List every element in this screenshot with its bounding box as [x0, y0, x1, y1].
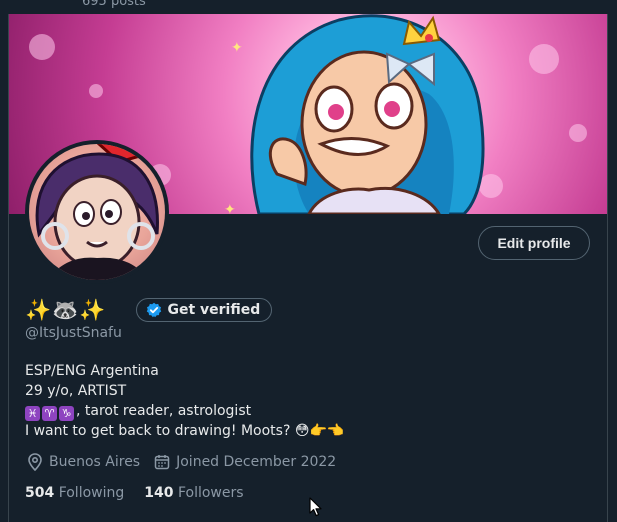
location-pin-icon — [28, 453, 42, 471]
right-border — [607, 0, 608, 522]
profile-avatar[interactable] — [25, 140, 169, 284]
bio-line: ♓ ♈ ♑, tarot reader, astrologist — [25, 401, 344, 421]
joined-item: Joined December 2022 — [154, 454, 336, 470]
joined-text: Joined December 2022 — [176, 454, 337, 470]
followers-label: Followers — [177, 485, 244, 501]
following-link[interactable]: 504 Following — [25, 485, 124, 501]
mouse-pointer-icon — [309, 497, 322, 517]
bio-line: I want to get back to drawing! Moots? 😳👉… — [25, 423, 345, 439]
zodiac-capricorn-icon: ♑ — [59, 406, 74, 421]
profile-meta: Buenos Aires Joined December 2022 — [27, 453, 350, 471]
location-item: Buenos Aires — [27, 453, 140, 471]
avatar-image — [29, 144, 165, 280]
top-header: 695 posts — [0, 0, 617, 14]
post-count: 695 posts — [82, 0, 146, 9]
avatar-artwork — [35, 144, 159, 280]
followers-count: 140 — [144, 485, 174, 501]
zodiac-aries-icon: ♈ — [42, 406, 57, 421]
get-verified-button[interactable]: Get verified — [136, 298, 273, 322]
calendar-icon — [154, 455, 170, 470]
follow-stats: 504 Following 140 Followers — [25, 485, 264, 501]
following-label: Following — [58, 485, 125, 501]
following-count: 504 — [25, 485, 55, 501]
get-verified-label: Get verified — [167, 302, 261, 318]
profile-bio: ESP/ENG Argentina 29 y/o, ARTIST ♓ ♈ ♑, ta… — [25, 361, 344, 441]
display-name: ✨🦝✨ — [25, 297, 107, 322]
name-row: ✨🦝✨ Get verified — [25, 296, 273, 324]
location-text: Buenos Aires — [49, 454, 141, 470]
edit-profile-button[interactable]: Edit profile — [478, 226, 590, 260]
profile-handle: @ItsJustSnafu — [25, 325, 122, 341]
followers-link[interactable]: 140 Followers — [144, 485, 243, 501]
bio-text: , tarot reader, astrologist — [76, 403, 252, 419]
bio-line: ESP/ENG Argentina — [25, 363, 159, 379]
bio-line: 29 y/o, ARTIST — [25, 383, 127, 399]
verified-badge-icon — [147, 302, 162, 318]
zodiac-pisces-icon: ♓ — [25, 406, 40, 421]
